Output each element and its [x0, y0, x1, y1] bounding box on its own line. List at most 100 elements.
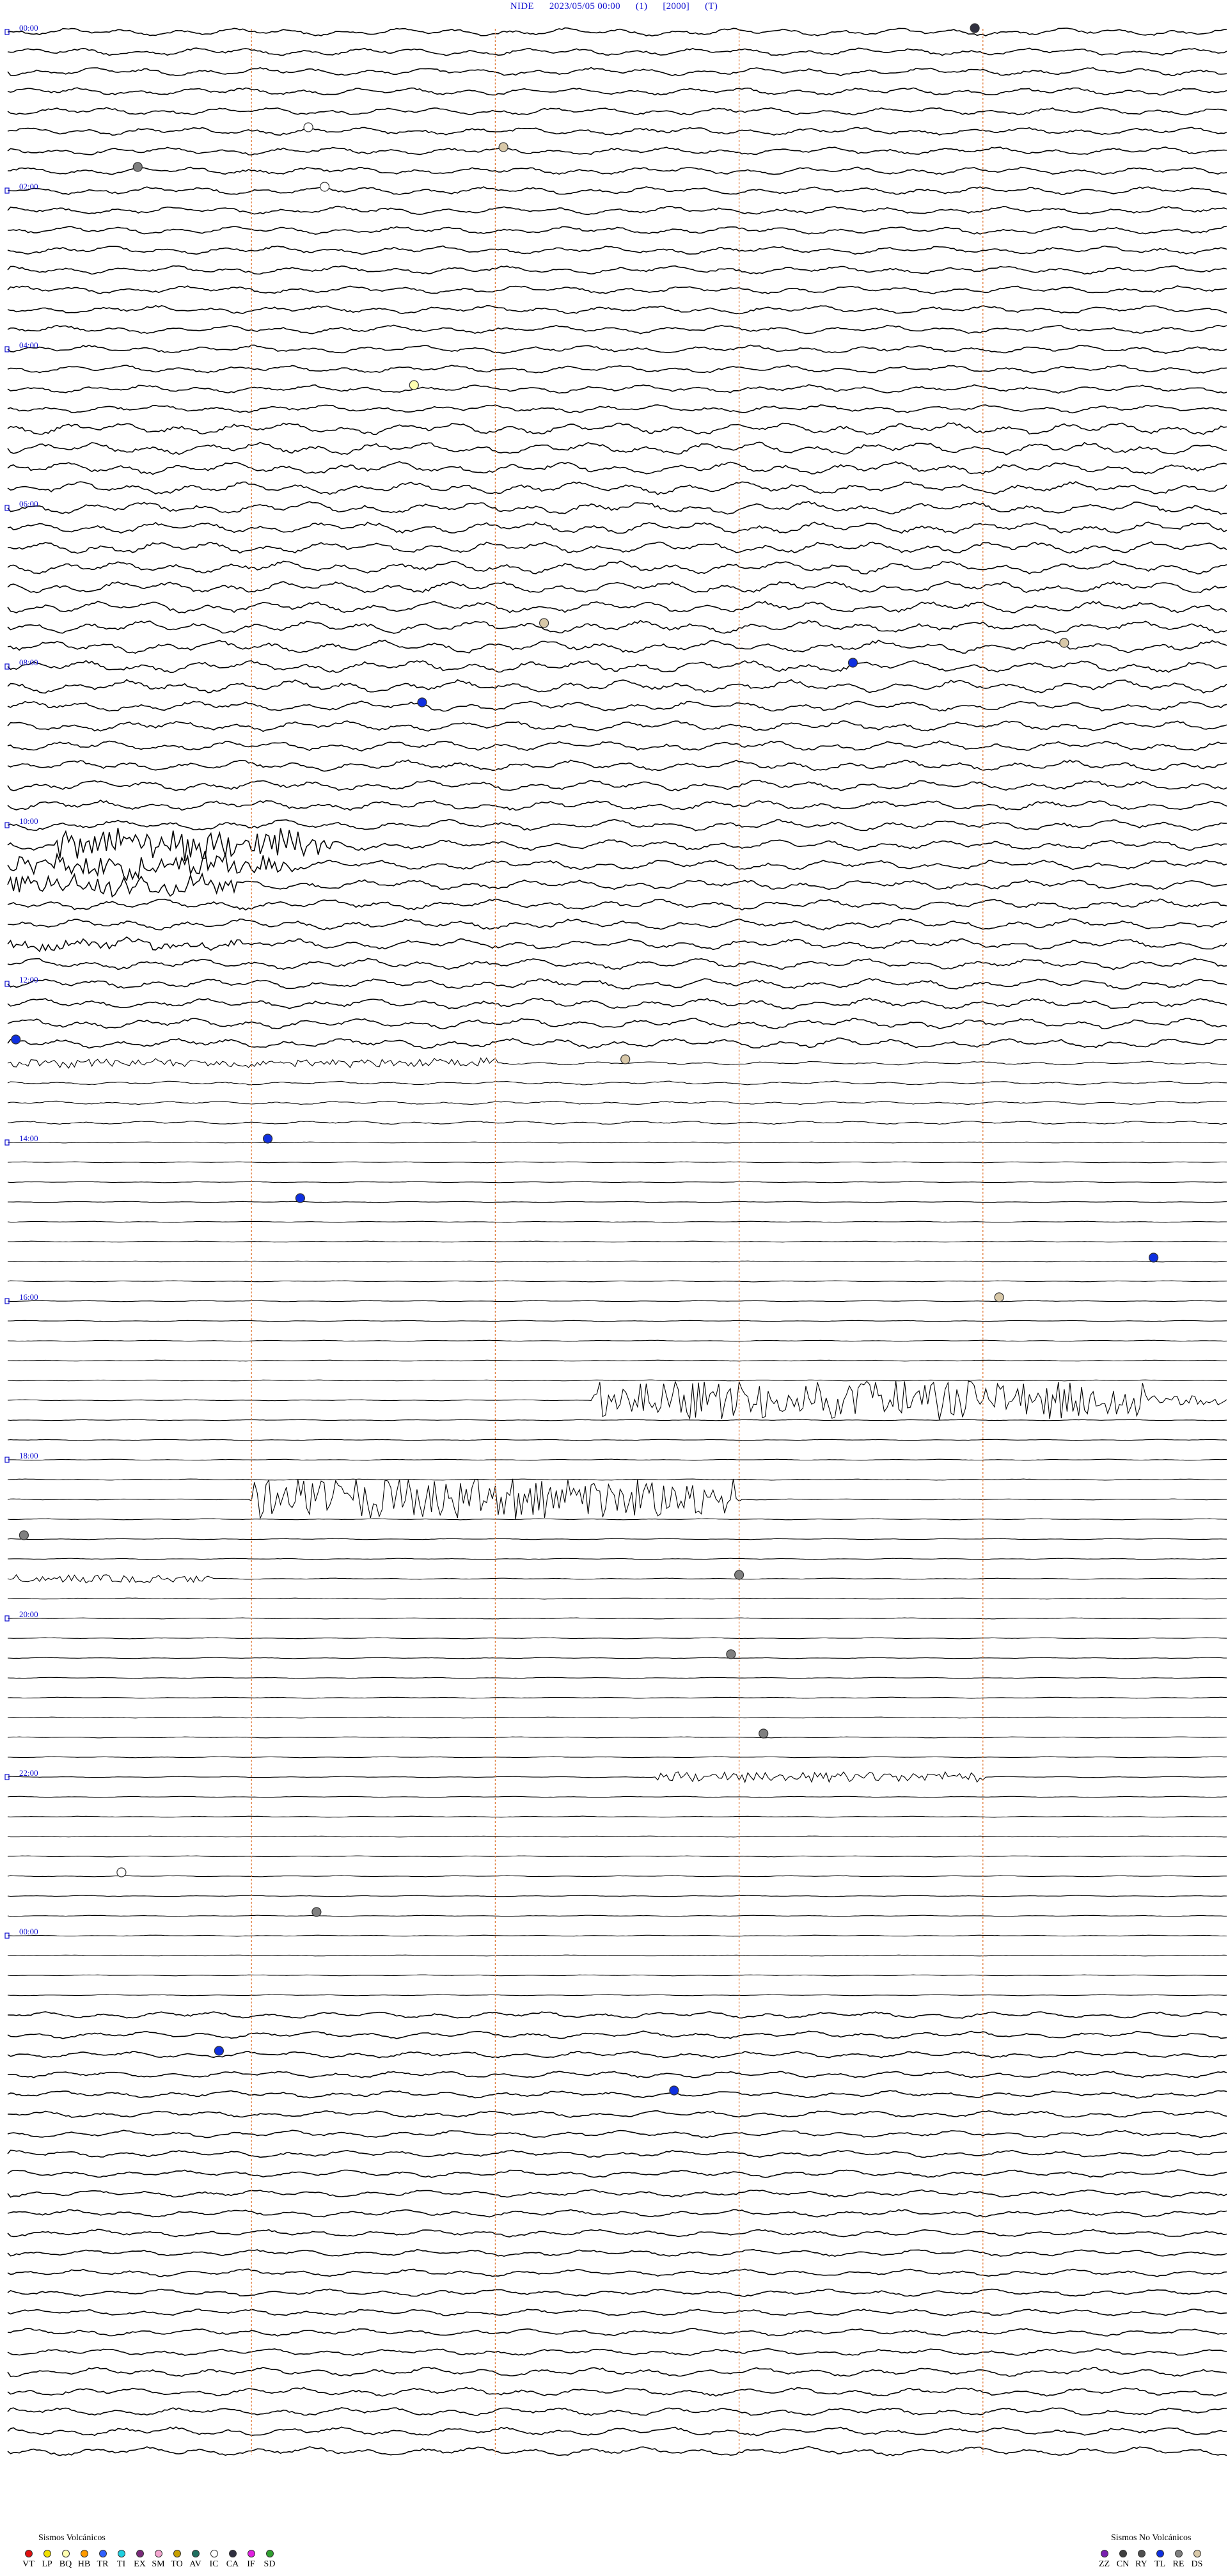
- trace-row-116: [7, 2328, 1227, 2337]
- trace-row-20: [7, 422, 1227, 436]
- trace-row-16: [7, 344, 1227, 354]
- legend-nonvolcanic-dot-ry: [1137, 2550, 1145, 2557]
- trace-row-13: [7, 285, 1227, 295]
- time-label: 04:00: [19, 340, 38, 350]
- legend-nonvolcanic-item-ds: DS: [1188, 2550, 1206, 2570]
- time-label: 08:00: [19, 658, 38, 667]
- trace-row-40: [7, 819, 1227, 832]
- trace-row-36: [7, 740, 1227, 752]
- trace-row-118: [7, 2366, 1227, 2377]
- trace-row-31: [7, 639, 1227, 654]
- legend-volcanic-code-ex: EX: [134, 2559, 146, 2569]
- time-label: 20:00: [19, 1609, 38, 1619]
- legend-nonvolcanic-item-ry: RY: [1132, 2550, 1151, 2570]
- event-marker-tl: [295, 1193, 305, 1203]
- legend-volcanic-item-ic: IC: [205, 2550, 223, 2570]
- time-label: 02:00: [19, 182, 38, 191]
- trace-row-72: [7, 1458, 1227, 1461]
- legend-volcanic-item-ex: EX: [130, 2550, 149, 2570]
- legend-nonvolcanic-items: ZZ CN RY TL RE DS: [1095, 2550, 1206, 2570]
- trace-row-58: [7, 1181, 1227, 1183]
- legend-nonvolcanic: Sismos No Volcánicos ZZ CN RY TL RE DS: [1095, 2533, 1206, 2570]
- legend-volcanic-code-to: TO: [171, 2559, 183, 2569]
- trace-row-18: [7, 384, 1227, 394]
- event-marker-re: [759, 1728, 769, 1739]
- trace-row-75: [7, 1518, 1227, 1521]
- legend-nonvolcanic-dot-re: [1174, 2550, 1183, 2557]
- trace-row-79: [8, 1597, 1227, 1600]
- legend-volcanic-dot-vt: [24, 2550, 33, 2557]
- legend-nonvolcanic-title: Sismos No Volcánicos: [1111, 2533, 1192, 2543]
- event-marker-tl: [263, 1134, 273, 1144]
- trace-row-90: [7, 1815, 1227, 1818]
- event-marker-tl: [669, 2085, 679, 2096]
- legend-volcanic-dot-bq: [61, 2550, 70, 2557]
- trace-row-4: [7, 107, 1227, 116]
- trace-row-97: [7, 1954, 1227, 1957]
- legend-volcanic-code-vt: VT: [22, 2559, 35, 2569]
- legend-volcanic-code-hb: HB: [77, 2559, 91, 2569]
- event-marker-ca: [970, 23, 980, 33]
- trace-row-35: [7, 720, 1227, 732]
- trace-row-92: [7, 1855, 1227, 1858]
- event-marker-ic: [116, 1867, 127, 1877]
- time-label: 22:00: [19, 1768, 38, 1778]
- trace-row-2: [7, 67, 1227, 77]
- legend-volcanic-code-bq: BQ: [59, 2559, 72, 2569]
- event-marker-re: [19, 1530, 29, 1540]
- trace-row-98: [7, 1974, 1227, 1977]
- legend-volcanic-code-if: IF: [247, 2559, 255, 2569]
- trace-row-19: [7, 404, 1227, 414]
- legend-nonvolcanic-dot-tl: [1156, 2550, 1164, 2557]
- legend-volcanic-code-sm: SM: [152, 2559, 165, 2569]
- event-marker-ds: [620, 1054, 631, 1064]
- legend-volcanic-dot-ca: [228, 2550, 237, 2557]
- saturation-band: [0, 1058, 1228, 1098]
- legend-volcanic-dot-tr: [98, 2550, 107, 2557]
- trace-row-109: [7, 2189, 1227, 2198]
- legend-volcanic-dot-sm: [154, 2550, 162, 2557]
- trace-row-5: [7, 127, 1227, 136]
- legend-volcanic-item-to: TO: [168, 2550, 186, 2570]
- legend-volcanic-dot-ic: [210, 2550, 218, 2557]
- event-marker-ds: [498, 142, 508, 152]
- trace-row-34: [7, 700, 1227, 712]
- trace-row-37: [7, 759, 1227, 772]
- event-marker-re: [726, 1649, 736, 1659]
- trace-row-96: [7, 1934, 1227, 1937]
- trace-row-44: [7, 898, 1227, 911]
- event-marker-tl: [847, 658, 858, 668]
- trace-row-95: [7, 1915, 1227, 1917]
- trace-row-71: [7, 1439, 1227, 1441]
- trace-row-48: [7, 977, 1227, 990]
- legend-volcanic-code-tr: TR: [97, 2559, 109, 2569]
- trace-row-55: [7, 1121, 1227, 1125]
- trace-row-102: [7, 2051, 1227, 2058]
- trace-row-78: [7, 1574, 1227, 1584]
- trace-row-76: [7, 1538, 1227, 1540]
- trace-row-22: [7, 461, 1227, 475]
- trace-row-69: [7, 1380, 1227, 1420]
- legend-volcanic-dot-ti: [117, 2550, 125, 2557]
- trace-row-1: [7, 47, 1227, 56]
- event-marker-tl: [214, 2046, 224, 2056]
- trace-row-25: [7, 521, 1227, 534]
- trace-row-61: [7, 1240, 1227, 1243]
- trace-row-115: [7, 2308, 1227, 2317]
- trace-row-100: [7, 2011, 1227, 2019]
- trace-row-119: [7, 2387, 1227, 2397]
- trace-row-33: [7, 679, 1227, 694]
- trace-row-27: [7, 560, 1227, 575]
- trace-row-86: [7, 1736, 1227, 1739]
- trace-row-54: [7, 1100, 1227, 1105]
- legend-volcanic-code-av: AV: [189, 2559, 201, 2569]
- trace-row-12: [7, 265, 1227, 275]
- legend-volcanic-code-sd: SD: [264, 2559, 276, 2569]
- trace-row-104: [7, 2090, 1227, 2099]
- event-marker-re: [734, 1570, 744, 1580]
- trace-row-10: [7, 225, 1227, 235]
- trace-row-101: [7, 2030, 1227, 2039]
- legend-volcanic-item-sd: SD: [260, 2550, 279, 2570]
- legend-volcanic-item-ti: TI: [112, 2550, 130, 2570]
- legend-nonvolcanic-dot-ds: [1193, 2550, 1201, 2557]
